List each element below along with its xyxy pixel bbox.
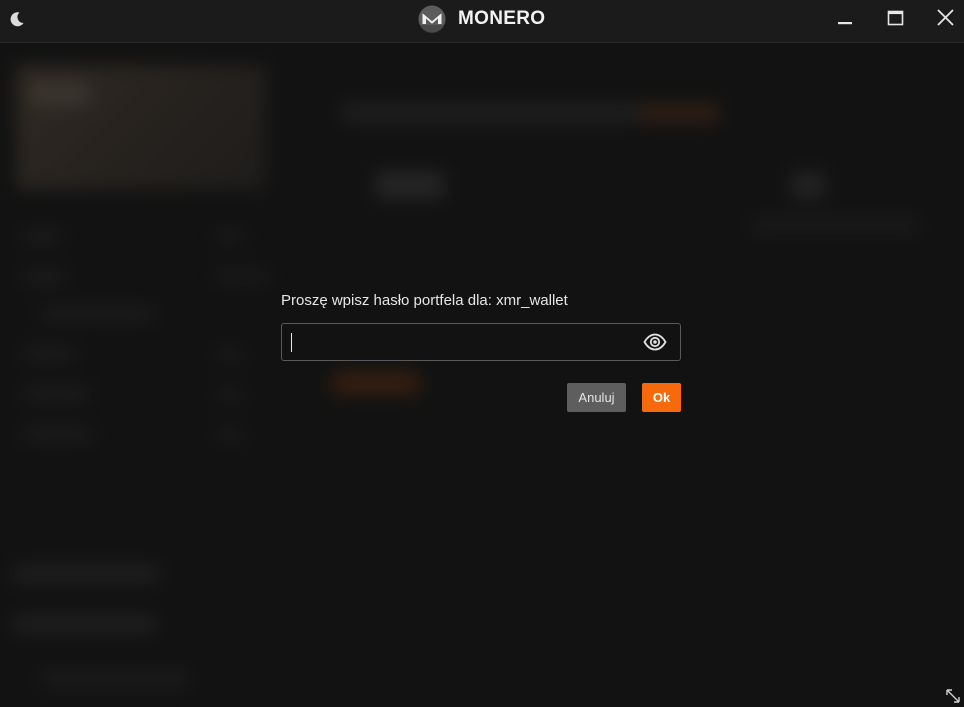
password-prompt-label: Proszę wpisz hasło portfela dla: xmr_wal… (281, 292, 568, 309)
app-title: MONERO (458, 8, 546, 29)
password-dialog: Proszę wpisz hasło portfela dla: xmr_wal… (281, 292, 681, 417)
minimize-icon[interactable] (832, 6, 860, 32)
monero-wallet-window: MONERO Proszę wpisz hasło portfela dla: … (0, 0, 964, 707)
password-field[interactable] (281, 323, 681, 361)
text-caret (291, 333, 292, 352)
moon-icon[interactable] (6, 8, 28, 30)
resize-icon[interactable] (944, 687, 962, 705)
password-input[interactable] (290, 328, 634, 358)
monero-logo (418, 5, 446, 33)
close-icon[interactable] (932, 6, 960, 32)
cancel-button[interactable]: Anuluj (567, 383, 626, 412)
maximize-icon[interactable] (882, 6, 910, 32)
ok-button[interactable]: Ok (642, 383, 681, 412)
eye-icon[interactable] (642, 331, 668, 353)
title-bar[interactable]: MONERO (0, 0, 964, 43)
app-brand: MONERO (418, 5, 545, 33)
